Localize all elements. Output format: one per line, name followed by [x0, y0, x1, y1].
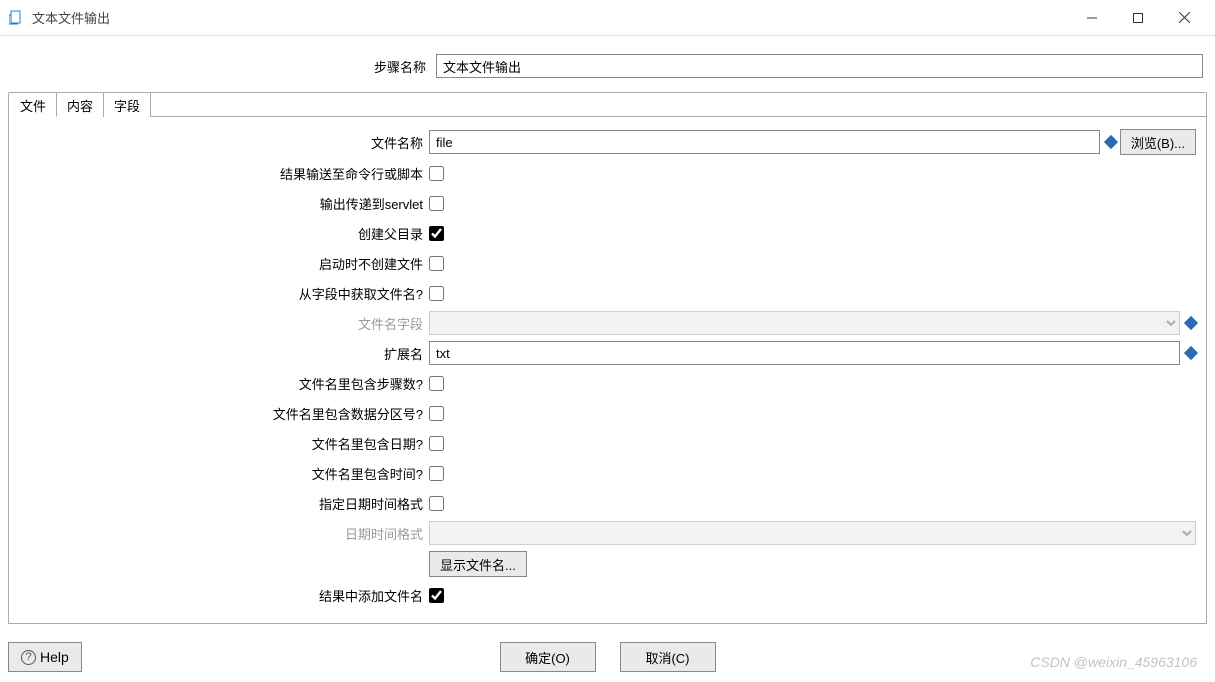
step-name-row: 步骤名称: [0, 36, 1215, 92]
show-filename-button[interactable]: 显示文件名...: [429, 551, 527, 577]
titlebar: 文本文件输出: [0, 0, 1215, 36]
include-step-checkbox[interactable]: [429, 376, 444, 391]
include-step-label: 文件名里包含步骤数?: [19, 374, 429, 393]
minimize-button[interactable]: [1069, 3, 1115, 33]
variable-icon[interactable]: [1184, 346, 1198, 360]
tab-content[interactable]: 内容: [57, 93, 104, 117]
add-filename-result-label: 结果中添加文件名: [19, 586, 429, 605]
create-parent-label: 创建父目录: [19, 224, 429, 243]
specify-dt-format-label: 指定日期时间格式: [19, 494, 429, 513]
tabs: 文件 内容 字段: [9, 93, 1206, 117]
help-icon: ?: [21, 650, 36, 665]
help-button[interactable]: ? Help: [8, 642, 82, 672]
help-button-label: Help: [40, 649, 69, 665]
extension-input[interactable]: [429, 341, 1180, 365]
include-partition-label: 文件名里包含数据分区号?: [19, 404, 429, 423]
close-button[interactable]: [1161, 3, 1207, 33]
output-servlet-label: 输出传递到servlet: [19, 194, 429, 213]
browse-button[interactable]: 浏览(B)...: [1120, 129, 1196, 155]
variable-icon[interactable]: [1184, 316, 1198, 330]
filename-label: 文件名称: [19, 133, 429, 152]
dt-format-label: 日期时间格式: [19, 524, 429, 543]
window-title: 文本文件输出: [32, 8, 1069, 27]
include-partition-checkbox[interactable]: [429, 406, 444, 421]
result-to-cmd-label: 结果输送至命令行或脚本: [19, 164, 429, 183]
filename-field-select: [429, 311, 1180, 335]
step-name-input[interactable]: [436, 54, 1203, 78]
output-servlet-checkbox[interactable]: [429, 196, 444, 211]
specify-dt-format-checkbox[interactable]: [429, 496, 444, 511]
include-time-label: 文件名里包含时间?: [19, 464, 429, 483]
maximize-button[interactable]: [1115, 3, 1161, 33]
include-date-label: 文件名里包含日期?: [19, 434, 429, 453]
filename-from-field-checkbox[interactable]: [429, 286, 444, 301]
include-time-checkbox[interactable]: [429, 466, 444, 481]
bottom-bar: ? Help 确定(O) 取消(C): [8, 642, 1207, 672]
app-icon: [8, 10, 24, 26]
variable-icon[interactable]: [1104, 135, 1118, 149]
tab-fields[interactable]: 字段: [104, 93, 151, 117]
tab-content-file: 文件名称 浏览(B)... 结果输送至命令行或脚本 输出传递到servlet 创…: [9, 117, 1206, 623]
ok-button[interactable]: 确定(O): [500, 642, 596, 672]
extension-label: 扩展名: [19, 344, 429, 363]
filename-input[interactable]: [429, 130, 1100, 154]
dt-format-select: [429, 521, 1196, 545]
window-controls: [1069, 3, 1207, 33]
filename-field-label: 文件名字段: [19, 314, 429, 333]
tabs-container: 文件 内容 字段 文件名称 浏览(B)... 结果输送至命令行或脚本 输出传递到…: [8, 92, 1207, 624]
add-filename-result-checkbox[interactable]: [429, 588, 444, 603]
step-name-label: 步骤名称: [12, 57, 430, 76]
tab-file[interactable]: 文件: [9, 93, 57, 117]
no-create-start-label: 启动时不创建文件: [19, 254, 429, 273]
filename-from-field-label: 从字段中获取文件名?: [19, 284, 429, 303]
no-create-start-checkbox[interactable]: [429, 256, 444, 271]
cancel-button[interactable]: 取消(C): [620, 642, 716, 672]
result-to-cmd-checkbox[interactable]: [429, 166, 444, 181]
create-parent-checkbox[interactable]: [429, 226, 444, 241]
include-date-checkbox[interactable]: [429, 436, 444, 451]
